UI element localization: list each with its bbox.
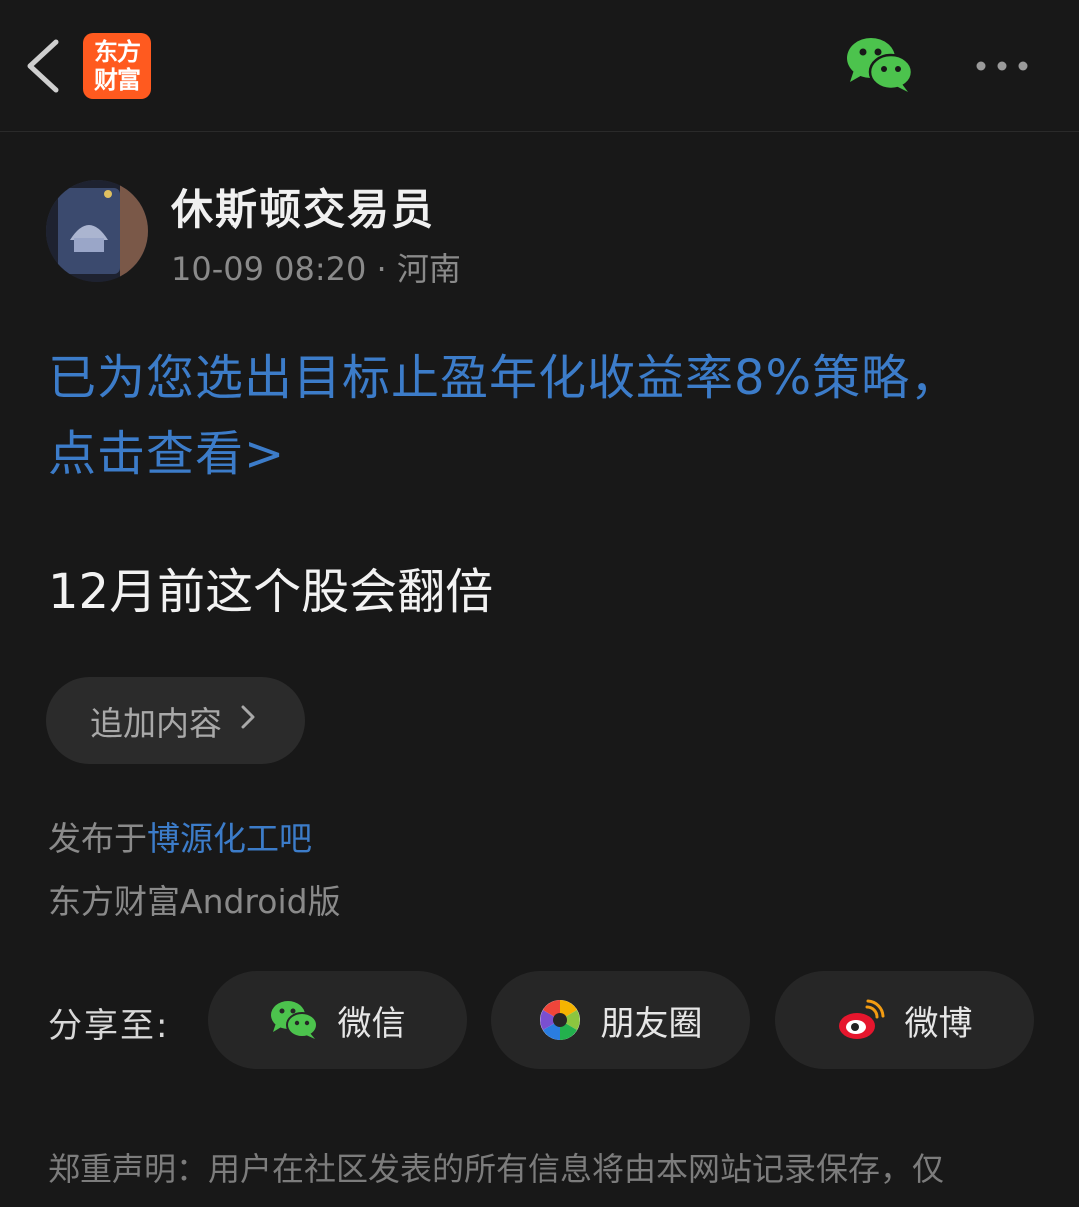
top-navigation-bar: 东方 财富 — [0, 0, 1079, 132]
share-wechat-label: 微信 — [337, 1003, 406, 1044]
share-wechat-button[interactable]: 微信 — [208, 971, 467, 1069]
author-avatar[interactable] — [46, 180, 148, 282]
ad-link-line-2: 点击查看> — [48, 426, 286, 482]
post-title: 12月前这个股会翻倍 — [48, 564, 494, 620]
wechat-icon[interactable] — [844, 36, 914, 94]
ad-link-line-1: 已为您选出目标止盈年化收益率8%策略， — [48, 350, 960, 406]
share-moments-button[interactable]: 朋友圈 — [491, 971, 750, 1069]
published-in: 发布于博源化工吧 — [48, 812, 312, 860]
logo-line-2: 财富 — [94, 66, 141, 94]
share-weibo-label: 微博 — [904, 1003, 973, 1044]
add-content-label: 追加内容 — [90, 703, 222, 743]
chevron-right-icon — [240, 703, 256, 738]
app-logo: 东方 财富 — [83, 33, 151, 99]
strategy-ad-link[interactable]: 已为您选出目标止盈年化收益率8%策略， 点击查看> — [48, 340, 1008, 492]
disclaimer-text: 郑重声明：用户在社区发表的所有信息将由本网站记录保存，仅 — [48, 1150, 945, 1188]
forum-link[interactable]: 博源化工吧 — [147, 819, 312, 858]
back-arrow-icon[interactable] — [22, 36, 66, 96]
add-content-button[interactable]: 追加内容 — [46, 677, 305, 764]
author-name[interactable]: 休斯顿交易员 — [171, 176, 435, 237]
logo-line-1: 东方 — [94, 38, 141, 66]
moments-aperture-icon — [539, 1000, 580, 1040]
wechat-share-icon — [270, 1001, 318, 1039]
share-weibo-button[interactable]: 微博 — [775, 971, 1034, 1069]
published-prefix: 发布于 — [48, 819, 147, 858]
client-source: 东方财富Android版 — [48, 882, 341, 921]
more-dots-icon[interactable] — [968, 50, 1034, 82]
share-moments-label: 朋友圈 — [600, 1003, 703, 1044]
post-meta: 10-09 08:20 · 河南 — [171, 250, 461, 288]
weibo-icon — [838, 999, 884, 1039]
share-label: 分享至: — [48, 1006, 170, 1046]
